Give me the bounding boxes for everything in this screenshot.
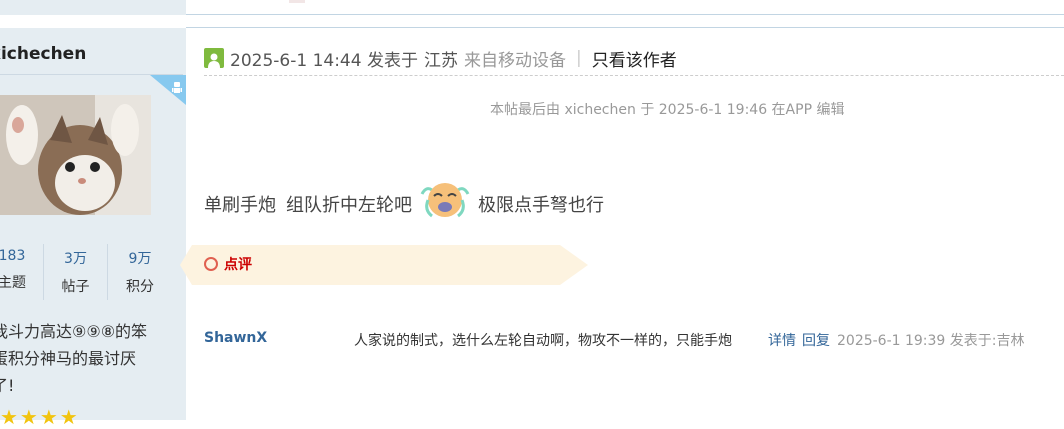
dianping-label: 点评 xyxy=(224,257,252,273)
crying-emoji-icon xyxy=(420,183,470,218)
stat-posts-label: 帖子 xyxy=(61,279,90,295)
stat-posts-value[interactable]: 3万 xyxy=(44,248,107,268)
content-text: 组队折中左轮吧 xyxy=(286,195,412,216)
comment-text: 人家说的制式，选什么左轮自动啊，物攻不一样的，只能手炮 xyxy=(354,333,732,349)
dianping-header: 点评 xyxy=(204,254,252,274)
divider-post-top xyxy=(186,27,1064,28)
edit-note: 本帖最后由 xichechen 于 2025-6-1 19:46 在APP 编辑 xyxy=(490,102,845,118)
stat-threads[interactable]: 183 主题 xyxy=(0,244,44,300)
cat-avatar-image xyxy=(0,95,151,215)
author-signature: 我斗力高达⑨⑨⑧的笨 蛋积分神马的最讨厌 了! xyxy=(0,318,176,399)
post-header: 2025-6-1 14:44 发表于 江苏 来自移动设备 | 只看该作者 xyxy=(204,44,677,72)
post-source: 来自移动设备 xyxy=(463,50,566,71)
header-separator: | xyxy=(575,48,582,68)
stat-posts[interactable]: 3万 帖子 xyxy=(44,244,107,300)
author-stats: 183 主题 3万 帖子 9万 积分 xyxy=(0,244,186,300)
post-header-divider xyxy=(204,75,1064,77)
signature-line: 蛋积分神马的最讨厌 xyxy=(0,349,137,368)
avatar[interactable] xyxy=(0,95,151,215)
stat-threads-label: 主题 xyxy=(0,275,26,291)
signature-line: 我斗力高达⑨⑨⑧的笨 xyxy=(0,322,148,341)
stat-credits-value[interactable]: 9万 xyxy=(108,248,172,268)
post-location: 江苏 xyxy=(423,50,458,71)
content-text: 极限点手弩也行 xyxy=(478,195,604,216)
post-timestamp: 2025-6-1 14:44 发表于 xyxy=(230,50,418,71)
rank-stars-icon: ★★★★ xyxy=(0,405,80,429)
sidebar-top-edge xyxy=(0,0,186,15)
stat-credits-label: 积分 xyxy=(126,279,154,295)
android-badge-icon xyxy=(150,75,186,105)
signature-line: 了! xyxy=(0,376,15,395)
top-mark xyxy=(289,0,305,3)
dianping-circle-icon xyxy=(204,257,218,271)
online-user-icon xyxy=(204,48,224,68)
comment-meta: 2025-6-1 19:39 发表于:吉林 xyxy=(837,333,1025,349)
divider-top xyxy=(186,14,1064,15)
stat-threads-value[interactable]: 183 xyxy=(0,248,44,264)
comment-reply-link[interactable]: 回复 xyxy=(802,330,830,350)
post-content: 单刷手炮 组队折中左轮吧 极限点手弩也行 xyxy=(204,180,604,228)
content-text: 单刷手炮 xyxy=(204,195,276,216)
username-text[interactable]: xichechen xyxy=(0,44,86,64)
comment-detail-link[interactable]: 详情 xyxy=(768,330,796,350)
only-author-link[interactable]: 只看该作者 xyxy=(592,46,677,71)
stat-credits[interactable]: 9万 积分 xyxy=(108,244,172,300)
comment-username[interactable]: ShawnX xyxy=(204,330,267,346)
author-username[interactable]: xichechen xyxy=(0,44,96,64)
top-strip xyxy=(0,0,1064,28)
